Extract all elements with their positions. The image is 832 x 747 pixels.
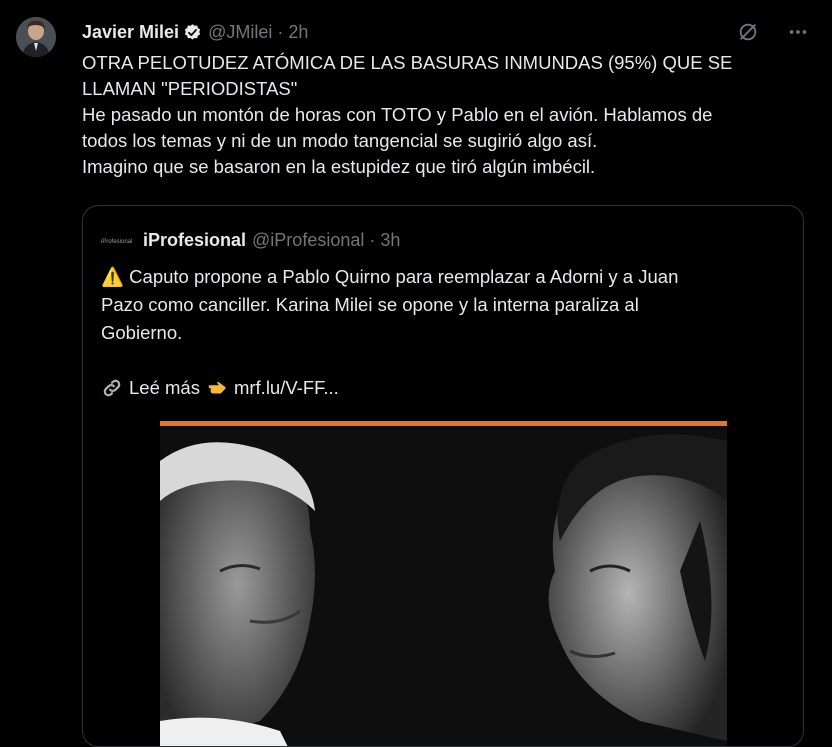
tweet-text: OTRA PELOTUDEZ ATÓMICA DE LAS BASURAS IN…: [82, 50, 812, 180]
quote-line: Gobierno.: [101, 322, 183, 343]
tweet-line: OTRA PELOTUDEZ ATÓMICA DE LAS BASURAS IN…: [82, 52, 733, 73]
quote-media-image[interactable]: [160, 421, 727, 746]
separator-dot: ·: [277, 21, 284, 42]
more-options-icon[interactable]: [786, 20, 810, 44]
quote-line: ⚠️ Caputo propone a Pablo Quirno para re…: [101, 266, 679, 287]
tweet-line: Imagino que se basaron en la estupidez q…: [82, 156, 596, 177]
avatar-image: [16, 17, 56, 57]
tweet-header: Javier Milei @JMilei · 2h: [82, 20, 308, 44]
tweet-line: He pasado un montón de horas con TOTO y …: [82, 104, 713, 125]
media-accent-bar: [160, 421, 727, 426]
tweet-top-actions: [736, 20, 810, 44]
pointing-right-icon: [206, 377, 228, 399]
quote-author-name[interactable]: iProfesional: [143, 230, 246, 251]
quoted-tweet[interactable]: iProfesional iProfesional @iProfesional …: [82, 205, 804, 747]
portraits-image: [160, 426, 727, 746]
quote-author-handle[interactable]: @iProfesional: [252, 230, 364, 251]
author-avatar[interactable]: [16, 17, 56, 57]
quote-header: iProfesional iProfesional @iProfesional …: [101, 228, 400, 252]
author-name[interactable]: Javier Milei: [82, 22, 179, 43]
tweet-line: todos los temas y ni de un modo tangenci…: [82, 130, 598, 151]
quote-line: Pazo como canciller. Karina Milei se opo…: [101, 294, 639, 315]
link-prefix: Leé más: [129, 377, 200, 398]
tweet-timestamp[interactable]: 2h: [288, 22, 308, 43]
quote-timestamp[interactable]: 3h: [380, 230, 400, 251]
quote-avatar[interactable]: iProfesional: [101, 232, 135, 248]
quote-link-url[interactable]: mrf.lu/V-FF...: [234, 374, 339, 402]
quote-avatar-logo-text: iProfesional: [101, 239, 132, 245]
quote-text: ⚠️ Caputo propone a Pablo Quirno para re…: [101, 263, 791, 347]
link-icon: [101, 377, 123, 399]
author-handle[interactable]: @JMilei: [208, 22, 272, 43]
verified-badge-icon: [183, 23, 202, 42]
separator-dot: ·: [369, 229, 376, 250]
tweet-line: LLAMAN "PERIODISTAS": [82, 78, 298, 99]
grok-icon[interactable]: [736, 20, 760, 44]
quote-link-line: Leé más mrf.lu/V-FF...: [101, 374, 339, 402]
